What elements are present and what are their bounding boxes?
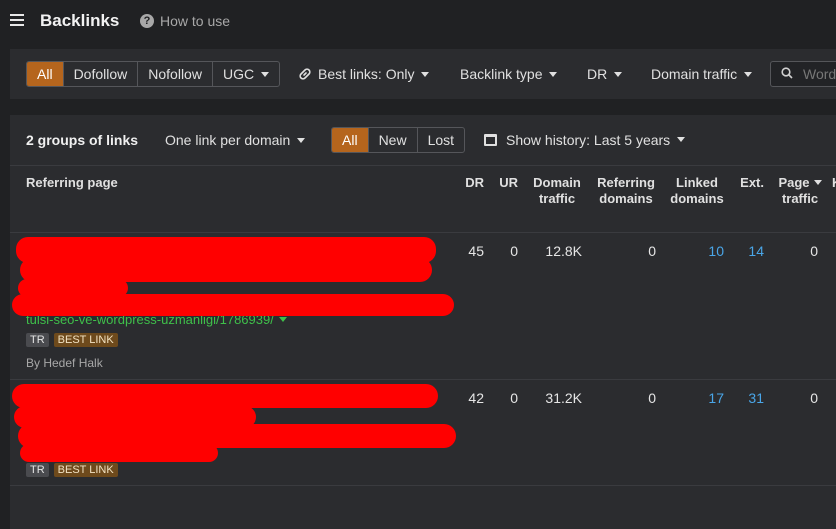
dr-value: 45 <box>468 243 484 259</box>
chevron-down-icon <box>677 136 686 142</box>
status-segment: All New Lost <box>331 127 466 153</box>
col-referring-domains-l2: domains <box>599 191 653 206</box>
status-new[interactable]: New <box>369 128 418 152</box>
link-type-all[interactable]: All <box>27 62 64 86</box>
redaction <box>20 444 218 462</box>
ur-value: 0 <box>510 390 518 406</box>
linked-domains-value[interactable]: 17 <box>680 390 724 406</box>
col-referring-domains[interactable]: Referring domains <box>592 175 660 207</box>
page-traffic-value: 0 <box>810 243 818 259</box>
page-title: Backlinks <box>40 11 120 30</box>
chevron-down-icon <box>744 71 753 77</box>
author-label: By Hedef Halk <box>26 356 103 370</box>
chevron-down-icon <box>421 71 430 77</box>
linked-domains-value[interactable]: 10 <box>680 243 724 259</box>
redaction <box>12 384 438 408</box>
table-row: TR BEST LINK 42 0 31.2K 0 17 31 0 <box>10 380 836 486</box>
ur-value: 0 <box>510 243 518 259</box>
domain-traffic-filter-label: Domain traffic <box>651 66 738 82</box>
dr-dropdown[interactable]: DR <box>587 61 623 87</box>
ext-value[interactable]: 31 <box>734 390 764 406</box>
best-links-label: Best links: Only <box>318 66 415 82</box>
grouping-label: One link per domain <box>165 132 291 148</box>
col-page-traffic-text: Page <box>778 175 810 190</box>
col-dr[interactable]: DR <box>460 175 484 191</box>
language-tag: TR <box>26 463 49 477</box>
search-icon <box>781 67 793 79</box>
link-icon <box>299 68 311 80</box>
history-label: Show history: Last 5 years <box>506 132 671 148</box>
referring-domains-value: 0 <box>648 243 656 259</box>
language-tag: TR <box>26 333 49 347</box>
search-placeholder: Word <box>803 66 836 82</box>
domain-traffic-dropdown[interactable]: Domain traffic <box>651 61 753 87</box>
link-type-ugc[interactable]: UGC <box>213 62 279 86</box>
col-page-traffic-l2: traffic <box>781 191 819 206</box>
table-row: tulsi-seo-ve-wordpress-uzmanligi/1786939… <box>10 233 836 380</box>
col-linked-domains-l1: Linked <box>676 175 718 190</box>
row-tags: TR BEST LINK <box>26 333 118 347</box>
col-ext[interactable]: Ext. <box>734 175 764 191</box>
row-tags: TR BEST LINK <box>26 463 118 477</box>
dr-value: 42 <box>468 390 484 406</box>
col-domain-traffic[interactable]: Domain traffic <box>526 175 588 207</box>
chevron-down-icon <box>614 71 623 77</box>
history-dropdown[interactable]: Show history: Last 5 years <box>484 132 686 148</box>
how-to-use-link[interactable]: ? How to use <box>140 13 230 29</box>
link-type-segment: All Dofollow Nofollow UGC <box>26 61 281 87</box>
col-referring-domains-l1: Referring <box>597 175 655 190</box>
domain-traffic-value: 31.2K <box>545 390 582 406</box>
status-lost[interactable]: Lost <box>418 128 464 152</box>
help-icon: ? <box>140 14 154 28</box>
col-linked-domains-l2: domains <box>670 191 724 206</box>
ext-value[interactable]: 14 <box>734 243 764 259</box>
col-ur[interactable]: UR <box>494 175 518 191</box>
how-to-use-label: How to use <box>160 13 231 29</box>
backlink-type-dropdown[interactable]: Backlink type <box>460 61 558 87</box>
best-link-tag: BEST LINK <box>53 463 118 477</box>
domain-traffic-value: 12.8K <box>545 243 582 259</box>
col-domain-traffic-l2: traffic <box>538 191 576 206</box>
status-all[interactable]: All <box>332 128 369 152</box>
referring-domains-value: 0 <box>648 390 656 406</box>
search-input[interactable]: Word <box>770 61 836 87</box>
grouping-dropdown[interactable]: One link per domain <box>165 132 306 148</box>
col-domain-traffic-l1: Domain <box>533 175 581 190</box>
col-referring-page[interactable]: Referring page <box>26 175 118 191</box>
ugc-label: UGC <box>222 66 255 82</box>
link-type-dofollow[interactable]: Dofollow <box>64 62 139 86</box>
chevron-down-icon[interactable] <box>278 317 287 323</box>
link-type-nofollow[interactable]: Nofollow <box>138 62 213 86</box>
col-next[interactable]: K <box>832 175 836 191</box>
best-links-dropdown[interactable]: Best links: Only <box>298 61 430 87</box>
top-bar: Backlinks ? How to use <box>0 0 836 42</box>
results-panel: 2 groups of links One link per domain Al… <box>10 115 836 529</box>
dr-filter-label: DR <box>587 66 608 82</box>
chevron-down-icon <box>549 71 558 77</box>
filter-bar: All Dofollow Nofollow UGC Best links: On… <box>10 49 836 99</box>
sort-desc-icon <box>813 180 822 186</box>
menu-icon[interactable] <box>10 14 24 26</box>
backlink-type-label: Backlink type <box>460 66 543 82</box>
groups-count: 2 groups of links <box>26 132 139 148</box>
col-page-traffic[interactable]: Page traffic <box>774 175 826 207</box>
page-traffic-value: 0 <box>810 390 818 406</box>
chevron-down-icon <box>261 71 270 77</box>
col-page-traffic-l1: Page <box>774 175 826 191</box>
best-link-tag: BEST LINK <box>53 333 118 347</box>
redaction <box>12 294 454 316</box>
chevron-down-icon <box>297 137 306 143</box>
calendar-icon <box>484 134 497 146</box>
col-linked-domains[interactable]: Linked domains <box>666 175 728 207</box>
table-header: Referring page DR UR Domain traffic Refer… <box>10 165 836 233</box>
